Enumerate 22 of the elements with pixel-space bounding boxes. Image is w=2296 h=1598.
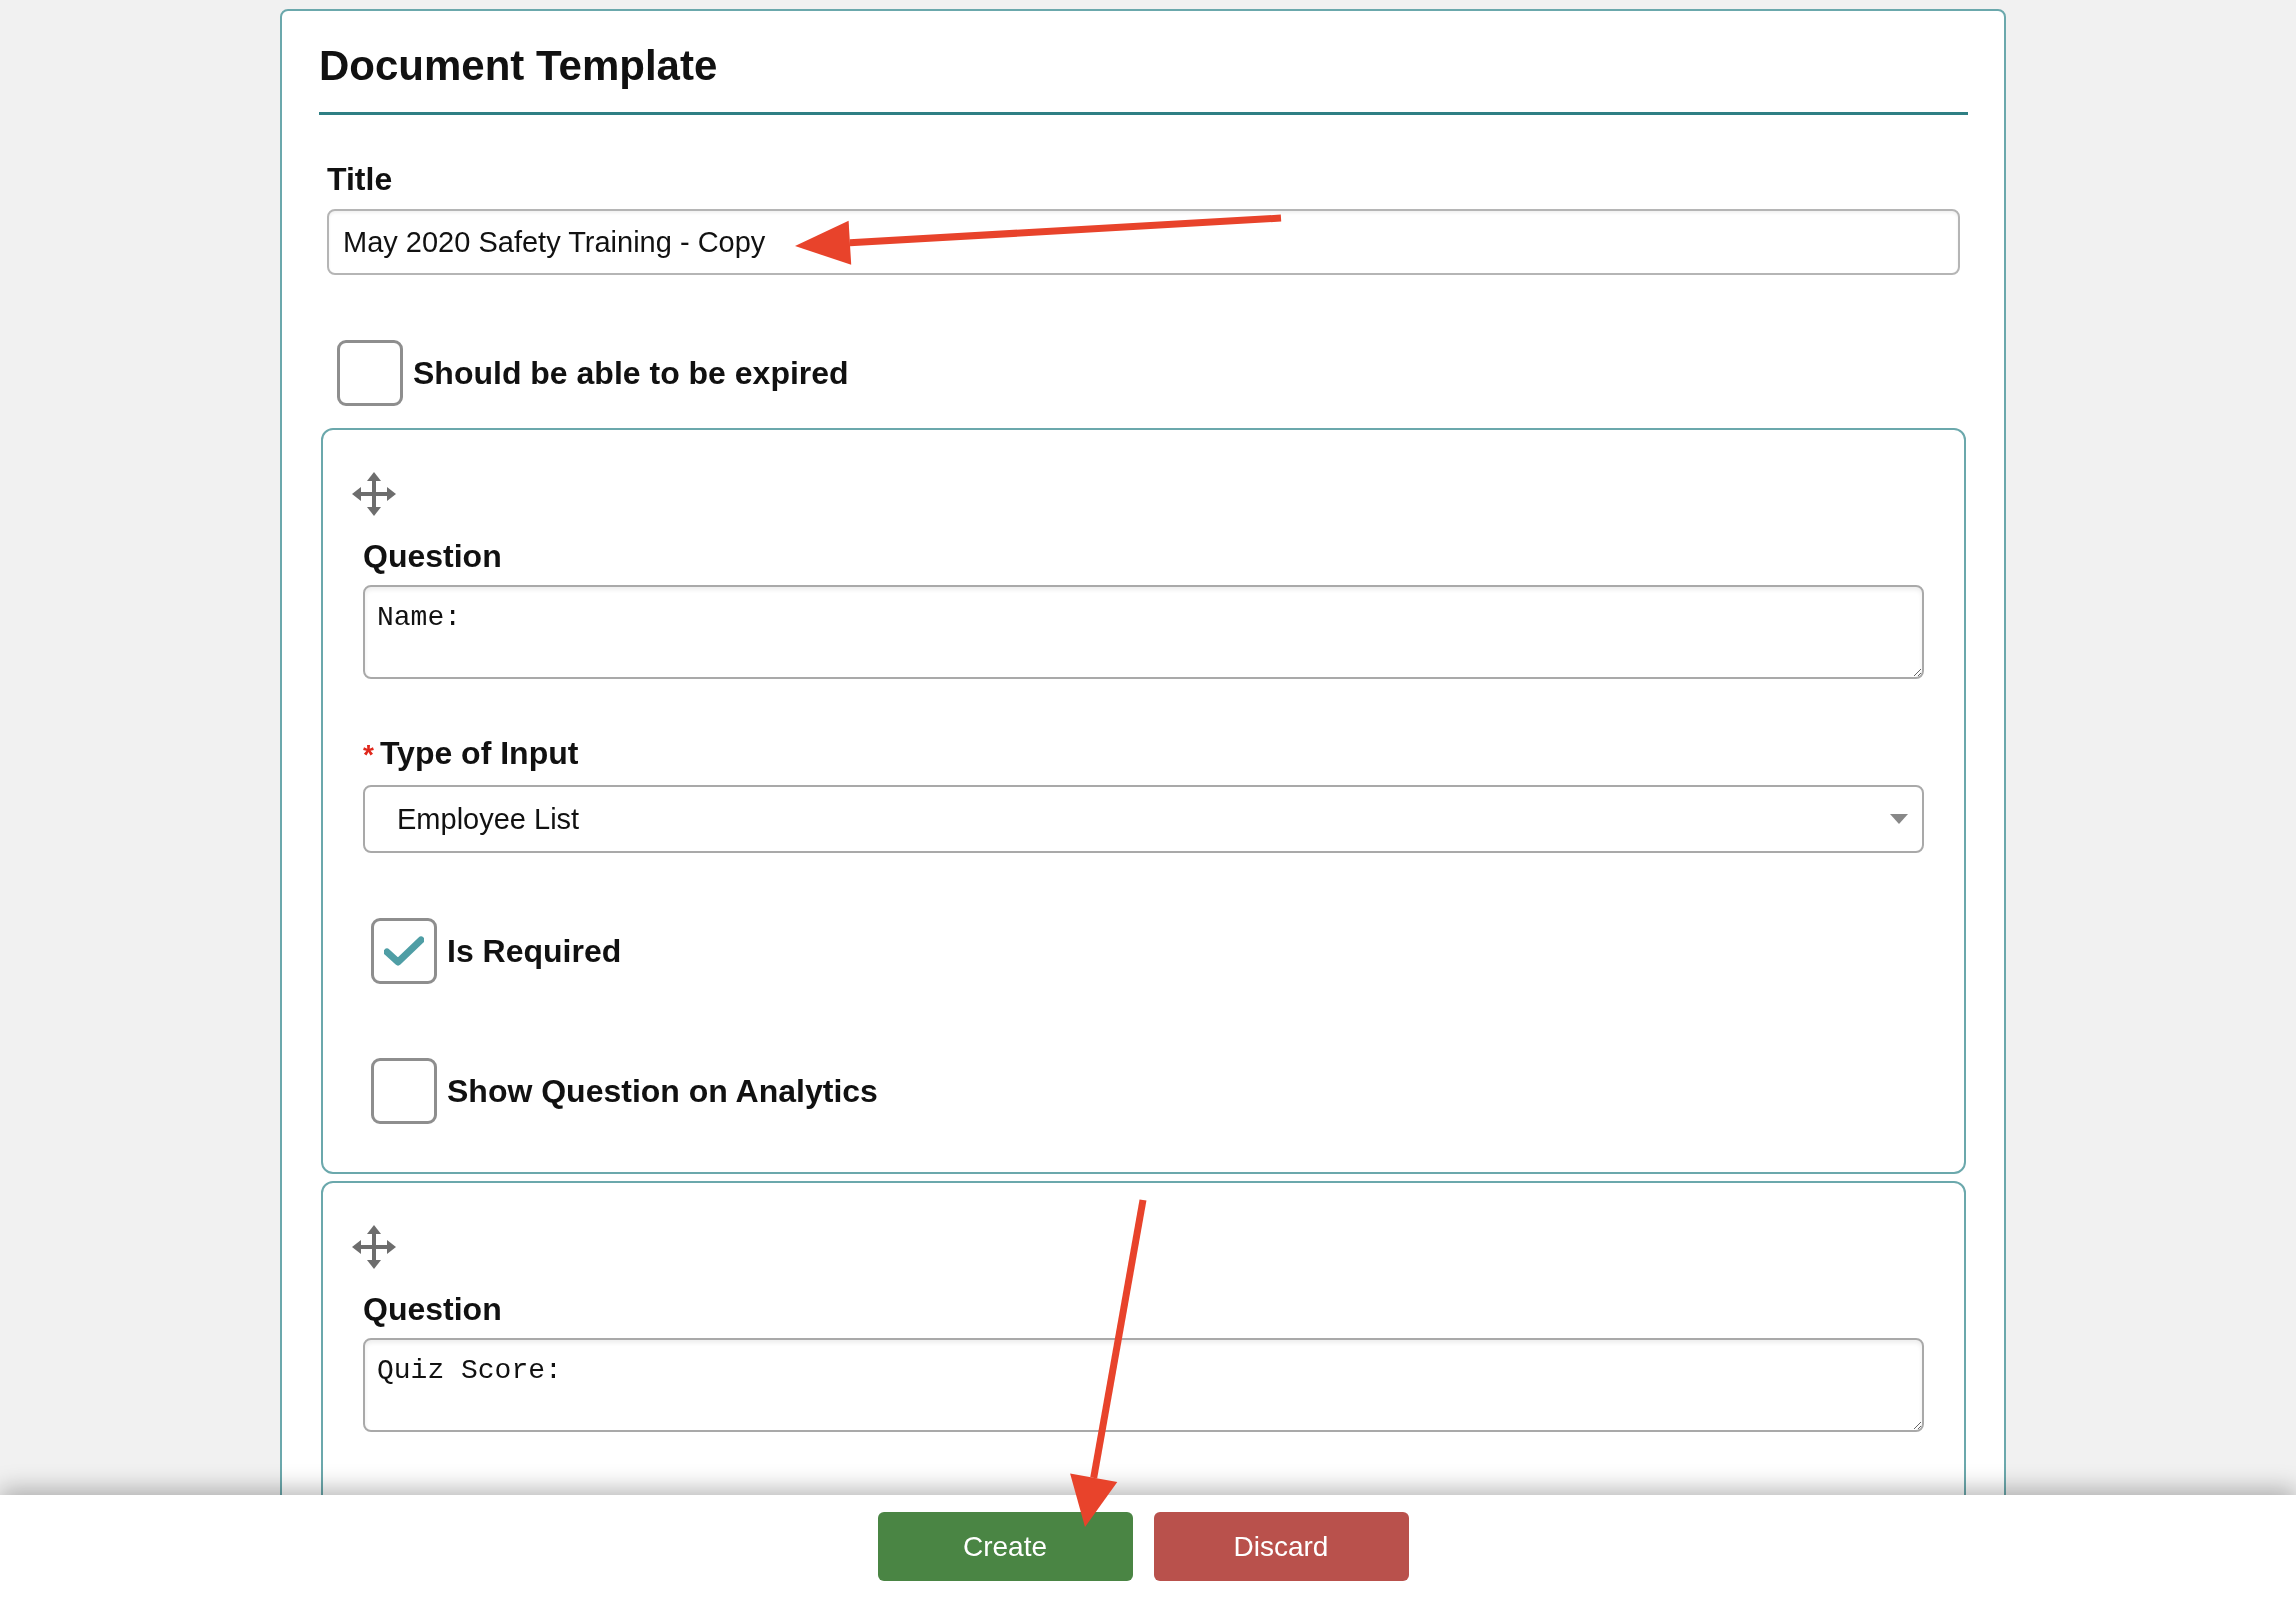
discard-button[interactable]: Discard [1153,1512,1409,1581]
field-label: Question [363,1291,502,1327]
title-field[interactable]: May 2020 Safety Training - Copy [327,209,1960,275]
required-mark: * [363,738,374,772]
checkbox-label: Show Question on Analytics [447,1073,878,1109]
checkbox[interactable] [337,340,403,406]
checkbox-label: Is Required [447,933,622,969]
question-field[interactable]: Name: [363,585,1924,679]
input-type-dropdown[interactable]: Employee List [363,785,1924,853]
field-label: Question [363,538,502,574]
move-icon[interactable] [352,1225,396,1269]
create-button[interactable]: Create [877,1512,1133,1581]
caret-icon [1890,814,1908,824]
checkbox[interactable] [371,918,437,984]
move-icon[interactable] [352,472,396,516]
field-label: Title [327,161,393,197]
checkbox[interactable] [371,1058,437,1124]
page-heading: Document Template [319,41,718,91]
field-label: Type of Input [379,735,579,771]
checkbox-label: Should be able to be expired [413,355,849,391]
question-field[interactable]: Quiz Score: [363,1338,1924,1432]
check-icon [384,936,424,966]
